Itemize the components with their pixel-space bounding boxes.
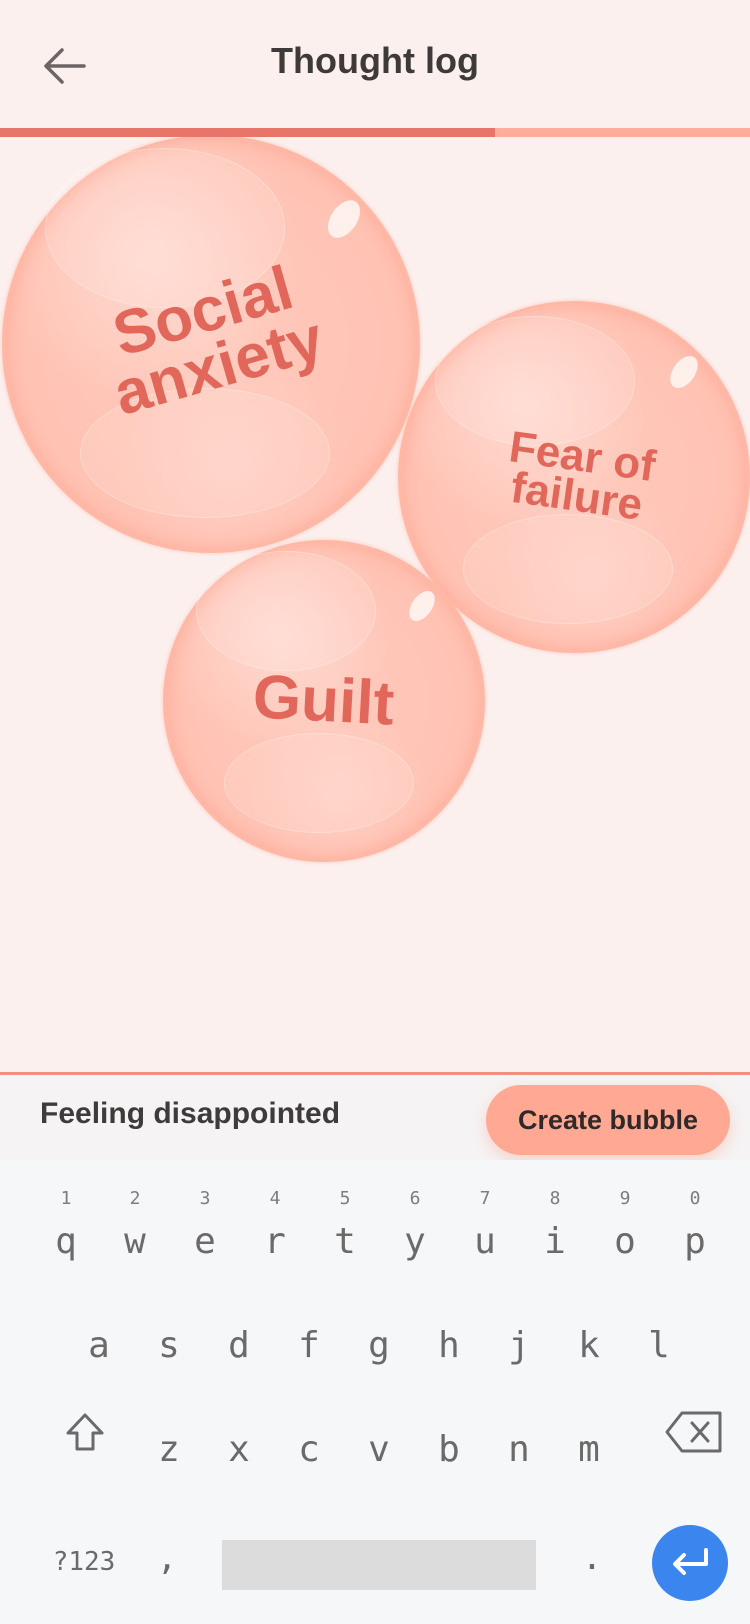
key[interactable]: 4r <box>242 1188 308 1268</box>
key[interactable]: 6y <box>382 1188 448 1268</box>
bubble-glint <box>321 194 367 244</box>
key[interactable]: x <box>206 1396 272 1476</box>
key[interactable]: z <box>136 1396 202 1476</box>
key[interactable]: v <box>346 1396 412 1476</box>
key[interactable]: a <box>66 1292 132 1372</box>
bubble-highlight <box>224 733 414 833</box>
key[interactable]: n <box>486 1396 552 1476</box>
key[interactable]: s <box>136 1292 202 1372</box>
key[interactable]: 3e <box>172 1188 238 1268</box>
bubble-highlight <box>196 551 376 671</box>
comma-key[interactable]: , <box>140 1526 194 1590</box>
key[interactable]: 2w <box>102 1188 168 1268</box>
progress-bar <box>0 128 750 137</box>
create-bubble-button[interactable]: Create bubble <box>486 1085 730 1155</box>
key[interactable]: b <box>416 1396 482 1476</box>
bubble-canvas: Social anxiety Fear of failure Guilt <box>0 137 750 1072</box>
key[interactable]: 5t <box>312 1188 378 1268</box>
shift-icon <box>66 1413 104 1451</box>
space-key[interactable] <box>222 1540 536 1590</box>
backspace-key[interactable] <box>654 1394 734 1470</box>
key[interactable]: l <box>626 1292 692 1372</box>
key[interactable]: f <box>276 1292 342 1372</box>
key[interactable]: j <box>486 1292 552 1372</box>
keyboard: 1q 2w 3e 4r 5t 6y 7u 8i 9o 0p a s d f g … <box>0 1160 750 1624</box>
key[interactable]: 1q <box>33 1188 99 1268</box>
bubble-label: Guilt <box>251 662 397 740</box>
backspace-icon <box>665 1411 722 1453</box>
key[interactable]: 7u <box>452 1188 518 1268</box>
app-header: Thought log <box>0 0 750 128</box>
bubble-glint <box>664 350 704 394</box>
key[interactable]: 0p <box>662 1188 728 1268</box>
key[interactable]: c <box>276 1396 342 1476</box>
bubble-social-anxiety[interactable]: Social anxiety <box>2 137 420 553</box>
bubble-glint <box>404 586 440 626</box>
key[interactable]: 8i <box>522 1188 588 1268</box>
symbols-key[interactable]: ?123 <box>36 1532 132 1592</box>
enter-key[interactable] <box>652 1525 728 1601</box>
key[interactable]: d <box>206 1292 272 1372</box>
bubble-highlight <box>80 388 330 518</box>
bubble-highlight <box>463 514 673 624</box>
thought-input[interactable]: Feeling disappointed <box>40 1097 340 1131</box>
bubble-label: Fear of failure <box>505 421 658 530</box>
bubble-fear-of-failure[interactable]: Fear of failure <box>398 301 750 653</box>
bubble-input-bar: Feeling disappointed Create bubble <box>0 1072 750 1160</box>
key[interactable]: h <box>416 1292 482 1372</box>
key[interactable]: 9o <box>592 1188 658 1268</box>
key[interactable]: g <box>346 1292 412 1372</box>
progress-bar-fill <box>0 128 495 137</box>
period-key[interactable]: . <box>562 1526 622 1590</box>
key[interactable]: m <box>556 1396 622 1476</box>
enter-icon <box>673 1548 708 1575</box>
bubble-guilt[interactable]: Guilt <box>163 540 485 862</box>
page-title: Thought log <box>271 40 479 81</box>
key[interactable]: k <box>556 1292 622 1372</box>
shift-key[interactable] <box>50 1394 120 1470</box>
